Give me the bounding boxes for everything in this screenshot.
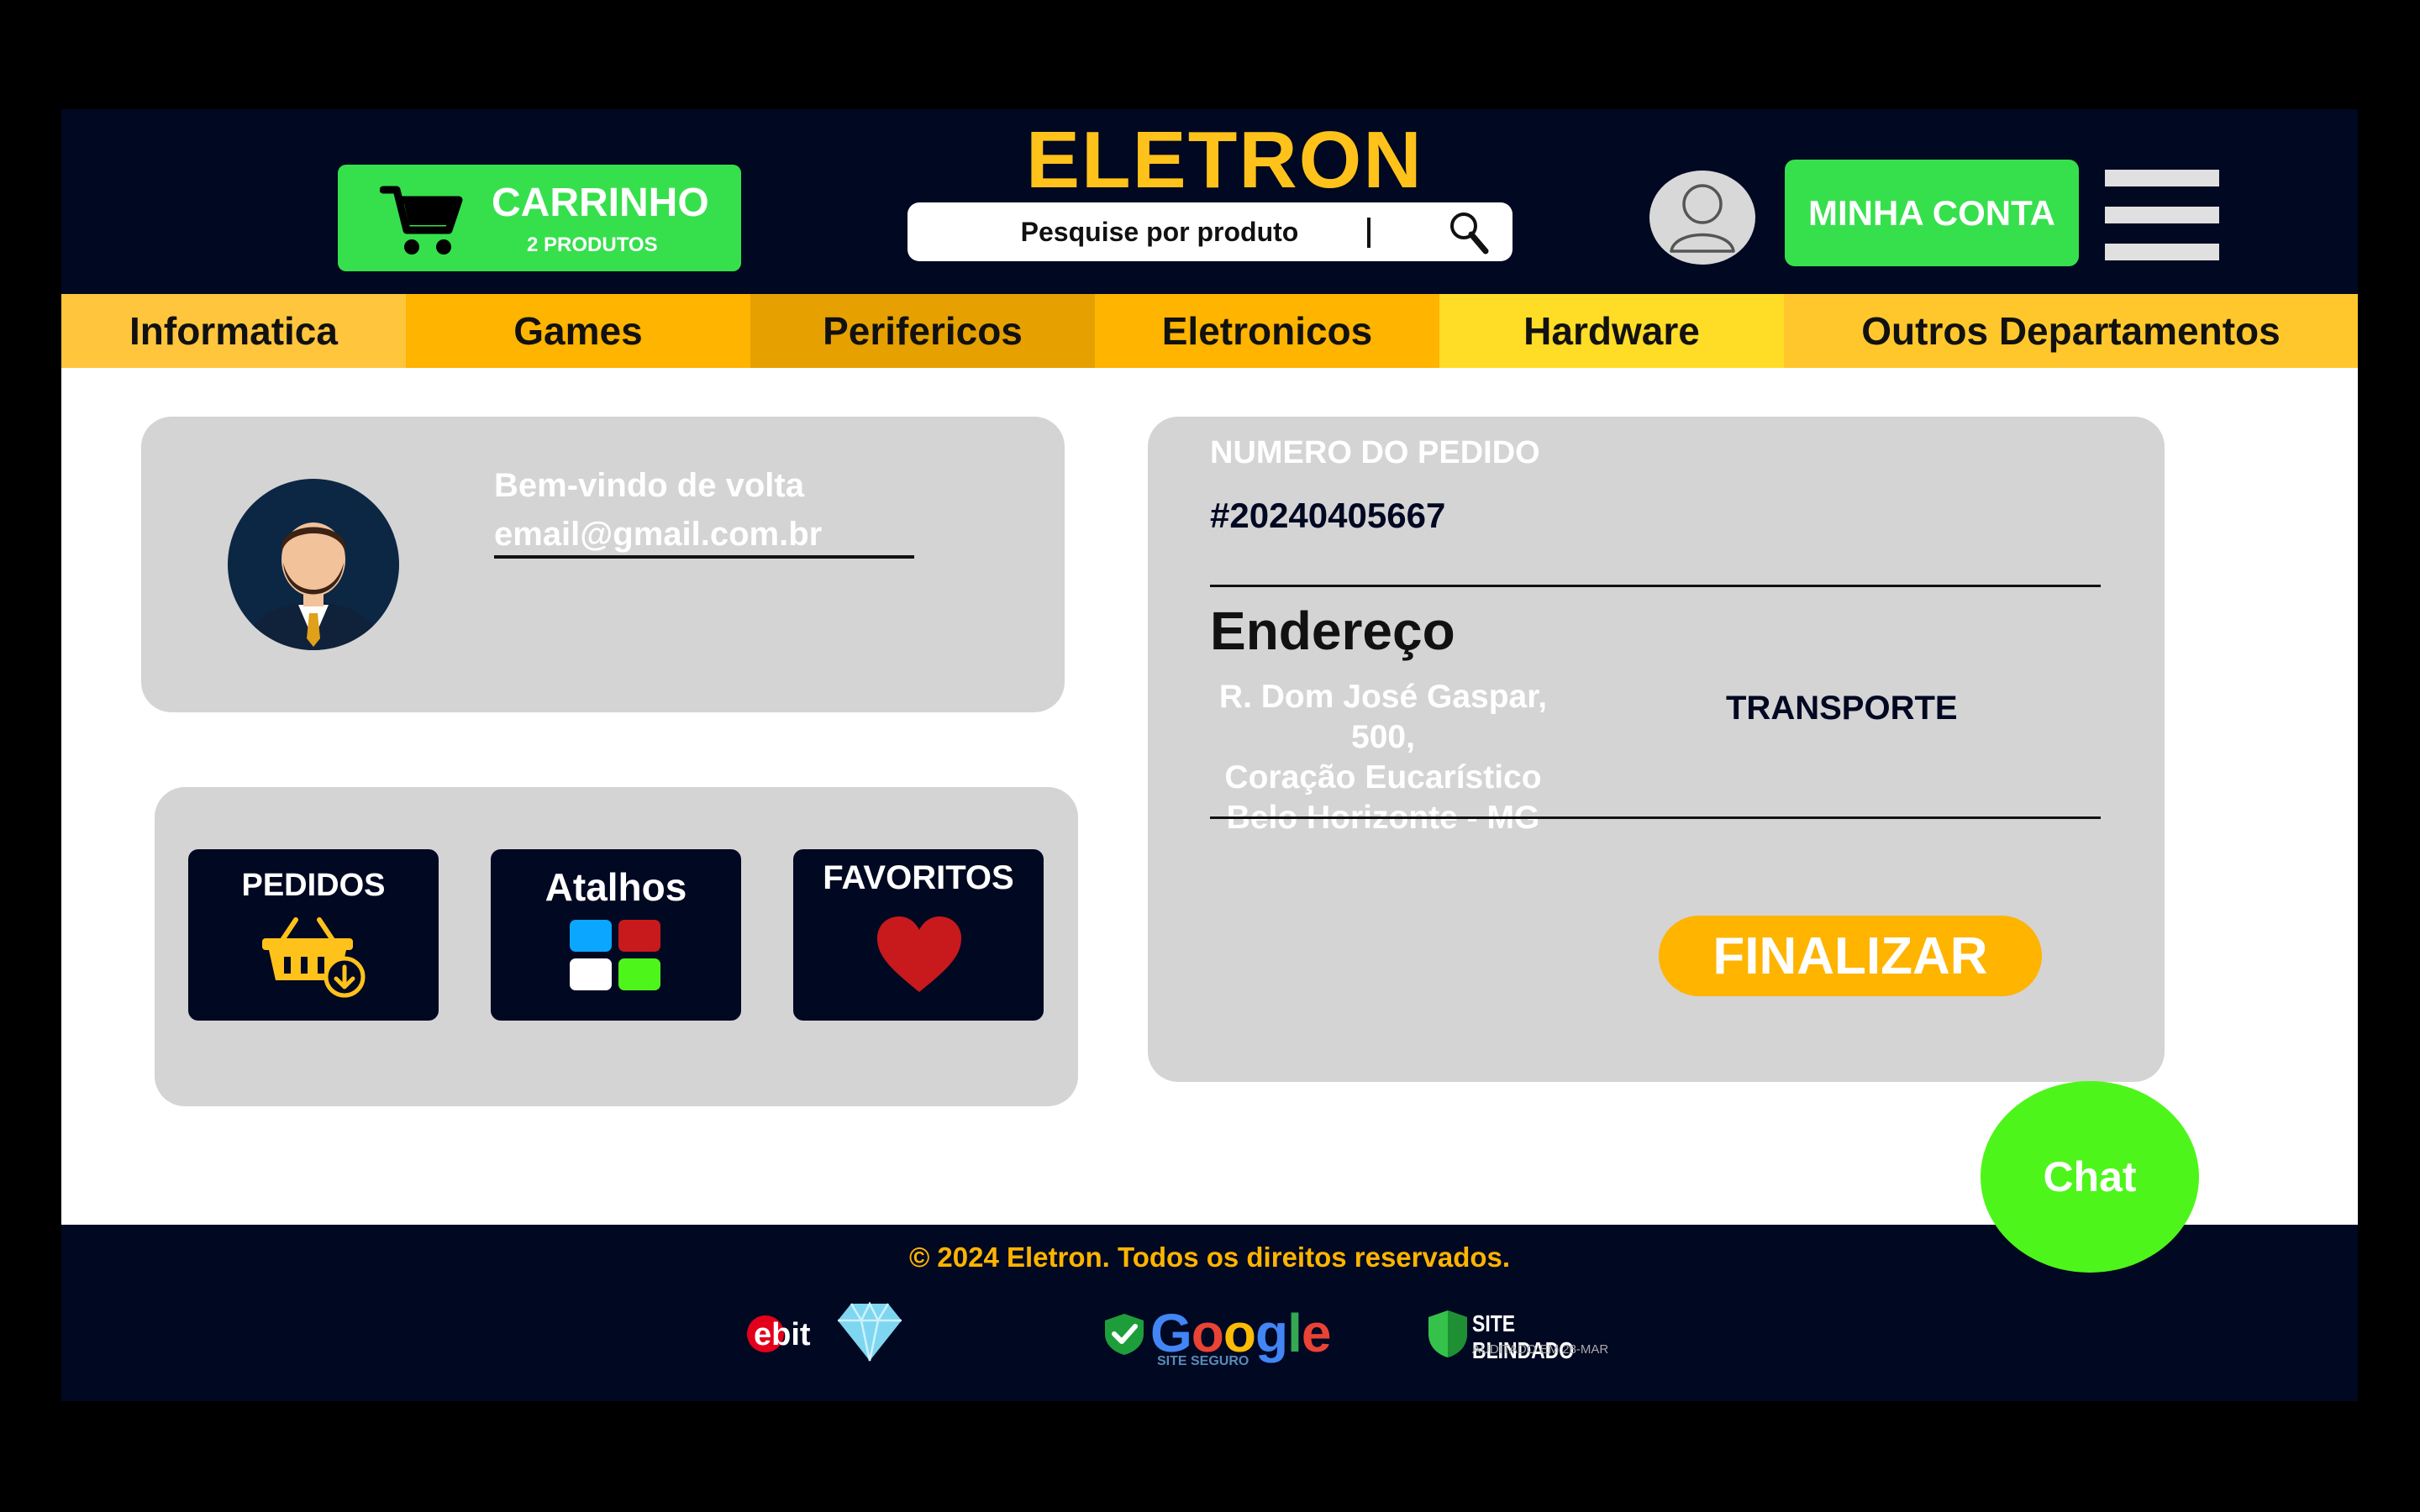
finalize-button[interactable]: FINALIZAR xyxy=(1659,916,2042,996)
page-frame: CARRINHO 2 PRODUTOS ELETRON MINHA CONTA xyxy=(61,109,2358,1401)
search-bar xyxy=(908,202,1512,261)
user-avatar-icon[interactable] xyxy=(1649,171,1755,265)
text-cursor xyxy=(1367,218,1370,248)
order-number: #20240405667 xyxy=(1210,496,1446,535)
google-subtext: SITE SEGURO xyxy=(1157,1354,1249,1368)
check-shield-icon xyxy=(1105,1314,1144,1355)
search-icon[interactable] xyxy=(1445,209,1491,255)
orders-label: PEDIDOS xyxy=(241,868,386,903)
shortcuts-tile[interactable]: Atalhos xyxy=(491,849,741,1021)
address-line-2: Coração Eucarístico xyxy=(1224,759,1542,795)
address-line-1: R. Dom José Gaspar, 500, xyxy=(1218,679,1548,755)
ebit-text: ebit xyxy=(754,1317,811,1352)
site-logo[interactable]: ELETRON xyxy=(1026,114,1423,207)
nav-item-games[interactable]: Games xyxy=(406,294,750,368)
welcome-text: Bem-vindo de volta xyxy=(494,467,804,504)
order-number-label: NUMERO DO PEDIDO xyxy=(1210,435,1540,470)
shield-icon xyxy=(1428,1310,1467,1357)
transport-label: TRANSPORTE xyxy=(1726,690,1958,727)
profile-card: Bem-vindo de volta email@gmail.com.br xyxy=(141,417,1065,712)
divider xyxy=(1210,585,2101,587)
user-outline-icon xyxy=(1670,184,1735,253)
site-blindado-subtext: AUDITADO EM 28-MAR xyxy=(1472,1342,1609,1357)
nav-item-perifericos[interactable]: Perifericos xyxy=(750,294,1095,368)
diamond-icon xyxy=(838,1302,902,1362)
shortcuts-label: Atalhos xyxy=(544,865,687,909)
cart-title: CARRINHO xyxy=(492,181,709,225)
nav-item-outros-departamentos[interactable]: Outros Departamentos xyxy=(1784,294,2358,368)
address-title: Endereço xyxy=(1210,601,1455,661)
nav-item-informatica[interactable]: Informatica xyxy=(61,294,406,368)
ebit-badge[interactable]: ebit xyxy=(745,1302,1014,1369)
google-safe-badge[interactable]: Google SITE SEGURO xyxy=(1103,1302,1331,1369)
address-block: R. Dom José Gaspar, 500, Coração Eucarís… xyxy=(1198,677,1568,838)
account-button[interactable]: MINHA CONTA xyxy=(1785,160,2079,266)
header: CARRINHO 2 PRODUTOS ELETRON MINHA CONTA xyxy=(61,109,2358,294)
grid-shortcuts-icon xyxy=(570,920,660,990)
email-field[interactable]: email@gmail.com.br xyxy=(494,516,914,559)
hamburger-menu-icon[interactable] xyxy=(2105,170,2219,260)
favorites-label: FAVORITOS xyxy=(823,859,1014,896)
order-card: NUMERO DO PEDIDO #20240405667 Endereço R… xyxy=(1148,417,2165,1082)
shortcuts-card: PEDIDOS Atalhos FAVORITOS xyxy=(155,787,1078,1106)
chat-button[interactable]: Chat xyxy=(1981,1081,2199,1273)
cart-icon xyxy=(380,186,463,255)
divider xyxy=(1210,816,2101,819)
nav-item-eletronicos[interactable]: Eletronicos xyxy=(1095,294,1439,368)
cart-count: 2 PRODUTOS xyxy=(527,234,658,256)
copyright-text: © 2024 Eletron. Todos os direitos reserv… xyxy=(908,1242,1511,1273)
profile-avatar xyxy=(228,479,399,650)
favorites-tile[interactable]: FAVORITOS xyxy=(793,849,1044,1021)
basket-download-icon xyxy=(262,917,366,998)
category-nav: Informatica Games Perifericos Eletronico… xyxy=(61,294,2358,368)
nav-item-hardware[interactable]: Hardware xyxy=(1439,294,1784,368)
site-blindado-badge[interactable]: SITE BLINDADO AUDITADO EM 28-MAR xyxy=(1427,1302,1628,1369)
search-input[interactable] xyxy=(908,202,1412,261)
cart-button[interactable]: CARRINHO 2 PRODUTOS xyxy=(338,165,741,271)
heart-icon xyxy=(877,916,961,992)
orders-tile[interactable]: PEDIDOS xyxy=(188,849,439,1021)
footer: © 2024 Eletron. Todos os direitos reserv… xyxy=(61,1225,2358,1401)
